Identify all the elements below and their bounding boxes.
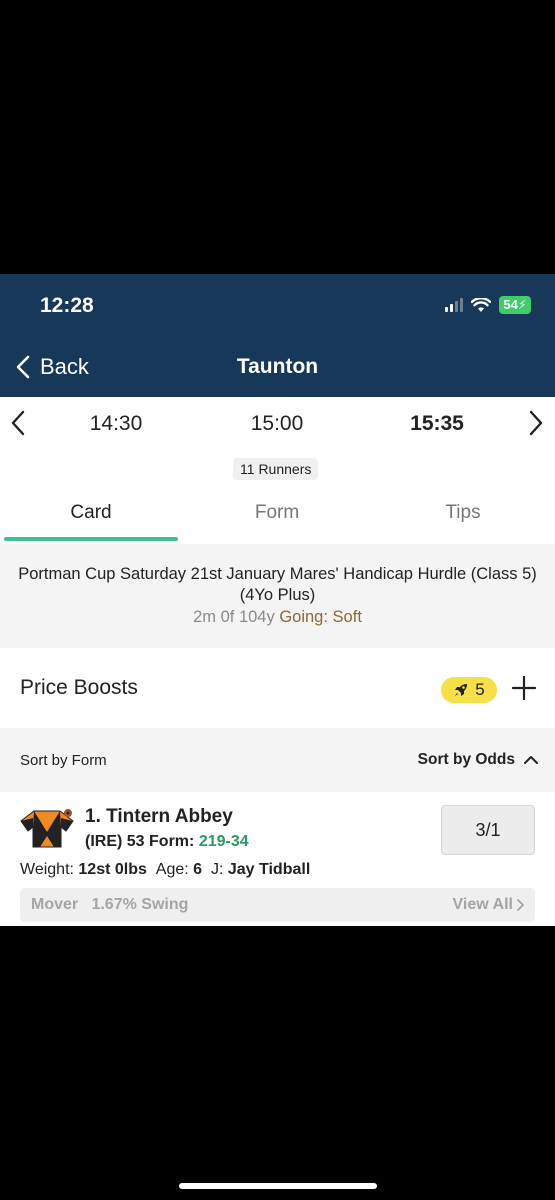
going-label: Going: [279,608,328,626]
runner-stats: Weight: 12st 0lbs Age: 6 J: Jay Tidball [20,861,310,879]
jockey-label: J: [210,861,224,878]
runners-count-badge: 11 Runners [233,458,319,480]
race-time-1535[interactable]: 15:35 [410,412,464,436]
age-value: 6 [193,861,203,878]
home-indicator [179,1183,377,1189]
sort-by-form-button[interactable]: Sort by Form [20,752,107,769]
active-tab-indicator [4,537,178,541]
tab-form[interactable]: Form [255,502,299,524]
race-meta: 2m 0f 104y Going: Soft [0,607,555,628]
app-header: 12:28 54⚡ Back Taunton [0,274,555,397]
jockey-value: Jay Tidball [227,861,311,878]
sort-by-odds-label: Sort by Odds [417,751,515,768]
chevron-up-icon [524,756,538,764]
cellular-signal-icon [445,298,464,312]
wifi-icon [471,297,492,312]
racecard-screen: 12:28 54⚡ Back Taunton 14:30 15:00 15:35 [0,274,555,926]
chevron-right-icon [517,899,524,911]
rocket-icon [455,684,468,696]
mover-bar: Mover 1.67% Swing View All [20,888,535,922]
runner-details: (IRE) 53 Form: 219-34 [85,833,249,851]
going-value: Soft [332,608,362,626]
view-all-label: View All [452,896,513,913]
mover-swing-text: Mover 1.67% Swing [31,896,189,913]
race-title: Portman Cup Saturday 21st January Mares'… [18,565,537,604]
tab-tips[interactable]: Tips [445,502,480,524]
runners-count: 11 [240,461,255,477]
race-info-panel: Portman Cup Saturday 21st January Mares'… [0,544,555,648]
plus-icon[interactable] [512,676,536,700]
sort-bar: Sort by Form Sort by Odds [0,728,555,792]
runners-label: Runners [258,461,312,477]
status-icons: 54⚡ [445,296,531,314]
tab-card[interactable]: Card [70,502,111,524]
runner-form-value: 219-34 [198,833,249,850]
race-time-selector: 14:30 15:00 15:35 [0,397,555,449]
status-time: 12:28 [40,294,94,317]
runner-row: 1. Tintern Abbey (IRE) 53 Form: 219-34 W… [0,792,555,926]
page-title: Taunton [236,355,319,378]
prev-race-chevron-left-icon[interactable] [10,409,26,437]
price-boosts-badge[interactable]: 5 [441,677,497,703]
weight-label: Weight: [20,861,74,878]
view-all-button[interactable]: View All [453,896,525,914]
price-boosts-count: 5 [475,680,485,699]
weight-value: 12st 0lbs [78,861,147,878]
odds-button[interactable]: 3/1 [441,805,535,855]
race-time-1500[interactable]: 15:00 [251,412,304,436]
race-distance: 2m 0f 104y [193,608,275,626]
race-time-1430[interactable]: 14:30 [90,412,143,436]
runner-form-label: Form: [149,833,195,850]
age-label: Age: [155,861,189,878]
runner-origin-rating: (IRE) 53 [85,833,145,850]
sort-by-odds-button[interactable]: Sort by Odds [418,751,539,769]
jockey-silks-icon [20,809,74,848]
next-race-chevron-right-icon[interactable] [528,409,544,437]
battery-icon: 54⚡ [499,296,531,314]
racecard-tabs: Card Form Tips [0,488,555,541]
runner-name[interactable]: 1. Tintern Abbey [85,806,233,828]
price-boosts-row[interactable]: Price Boosts 5 [0,648,555,728]
price-boosts-label: Price Boosts [20,676,138,699]
